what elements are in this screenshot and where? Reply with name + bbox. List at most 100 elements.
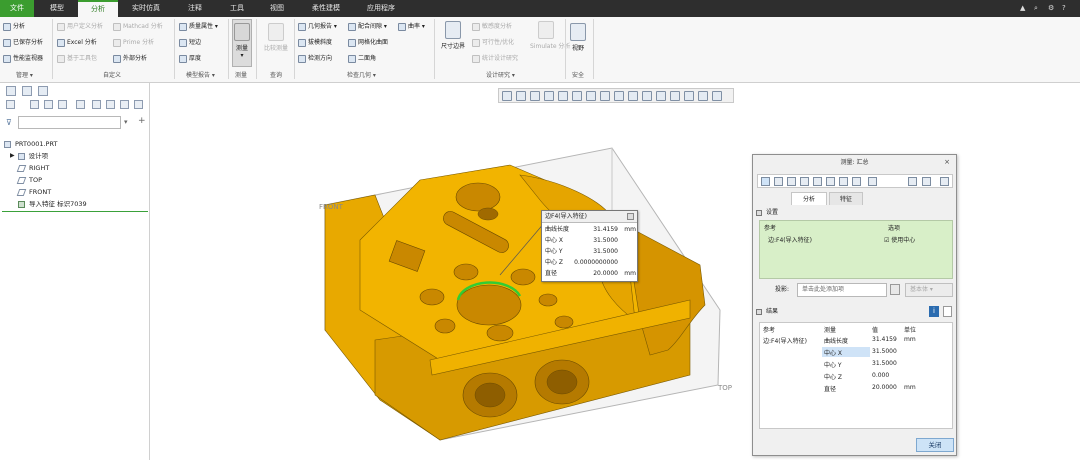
collapse-icon[interactable] (756, 309, 762, 315)
user-defined-analysis-button[interactable]: 用户定义分析 (57, 21, 103, 32)
summary-measure-icon[interactable] (761, 177, 770, 186)
zoom-out-icon[interactable] (530, 91, 540, 101)
point-display-icon[interactable] (656, 91, 666, 101)
tree-filter-icon[interactable] (58, 100, 67, 109)
dihedral-angle-button[interactable]: 二面角 (348, 53, 376, 64)
result-measure[interactable]: 直径 (824, 384, 836, 393)
tree-columns-icon[interactable] (44, 100, 53, 109)
distance-measure-icon[interactable] (787, 177, 796, 186)
mathcad-analysis-button[interactable]: Mathcad 分析 (113, 21, 163, 32)
length-measure-icon[interactable] (774, 177, 783, 186)
add-filter-icon[interactable]: + (138, 116, 146, 126)
projection-collector[interactable]: 单击此处添加项 (797, 283, 887, 297)
tree-expand-icon[interactable] (92, 100, 101, 109)
display-style-icon[interactable] (572, 91, 582, 101)
external-analysis-button[interactable]: 外部分析 (113, 53, 147, 64)
more-measure-icon[interactable] (868, 177, 877, 186)
mating-clearance-button[interactable]: 配合间隙 ▾ (348, 21, 387, 32)
compare-measure-button[interactable]: 比较测量 (262, 23, 290, 52)
minimize-ribbon-icon[interactable]: ▲ (1020, 4, 1025, 12)
close-icon[interactable]: × (944, 158, 950, 166)
tree-item-right[interactable]: RIGHT (4, 162, 87, 174)
tab-flexible-modeling[interactable]: 柔性建模 (305, 0, 347, 17)
playback-icon[interactable] (712, 91, 722, 101)
tab-analysis[interactable]: 分析 (78, 0, 118, 17)
tab-analysis[interactable]: 分析 (791, 192, 827, 205)
ref-value[interactable]: 边:F4(导入特征) (768, 235, 812, 244)
pause-icon[interactable] (698, 91, 708, 101)
simulate-analysis-button[interactable]: Simulate 分析 (530, 21, 570, 50)
measure-tooltip[interactable]: 边F4(导入特征) 曲线长度 31.4159 mm 中心 X 31.5000 中心 Y… (541, 210, 638, 282)
copy-icon[interactable] (943, 306, 952, 317)
mesh-surface-button[interactable]: 网格化曲面 (348, 37, 388, 48)
folder-browser-tab-icon[interactable] (22, 86, 32, 96)
spin-center-icon[interactable] (684, 91, 694, 101)
tab-view[interactable]: 视图 (262, 0, 292, 17)
view-manager-icon[interactable] (600, 91, 610, 101)
performance-monitor-button[interactable]: 性能监视器 (3, 53, 43, 64)
mass-properties-button[interactable]: 质量属性 ▾ (179, 21, 218, 32)
repaint-icon[interactable] (544, 91, 554, 101)
tab-tools[interactable]: 工具 (222, 0, 252, 17)
toolkit-analysis-button[interactable]: 基于工具包 (57, 53, 97, 64)
help-icon[interactable]: ? (1062, 4, 1066, 12)
area-measure-icon[interactable] (826, 177, 835, 186)
close-button[interactable]: 关闭 (916, 438, 954, 452)
annotation-display-icon[interactable] (628, 91, 638, 101)
check-icon[interactable] (908, 177, 917, 186)
tree-collapse-icon[interactable] (106, 100, 115, 109)
statistical-study-button[interactable]: 统计设计研究 (472, 53, 518, 64)
tab-simulation[interactable]: 实时仿真 (125, 0, 167, 17)
excel-analysis-button[interactable]: Excel 分析 (57, 37, 97, 48)
prime-analysis-button[interactable]: Prime 分析 (113, 37, 154, 48)
tab-annotate[interactable]: 注释 (180, 0, 210, 17)
saved-orientation-icon[interactable] (586, 91, 596, 101)
result-measure[interactable]: 中心 Y (824, 360, 842, 369)
sensitivity-analysis-button[interactable]: 敏感度分析 (472, 21, 512, 32)
projection-select-icon[interactable] (890, 284, 900, 295)
tree-item-part[interactable]: PRT0001.PRT (4, 138, 87, 150)
tab-file[interactable]: 文件 (0, 0, 34, 17)
tooltip-menu-icon[interactable] (627, 213, 634, 220)
curvature-button[interactable]: 曲率 ▾ (398, 21, 425, 32)
feasibility-button[interactable]: 可行性/优化 (472, 37, 514, 48)
group-label-manage[interactable]: 管理 ▾ (16, 70, 33, 79)
save-measure-icon[interactable] (922, 177, 931, 186)
saved-analysis-button[interactable]: 已保存分析 (3, 37, 43, 48)
tree-item-front[interactable]: FRONT (4, 186, 87, 198)
datum-display-icon[interactable] (614, 91, 624, 101)
group-label-check-geometry[interactable]: 检查几何 ▾ (347, 70, 376, 79)
tab-feature[interactable]: 特征 (829, 192, 863, 205)
thickness-button[interactable]: 厚度 (179, 53, 201, 64)
options-icon[interactable] (940, 177, 949, 186)
results-section-header[interactable]: 结果 (756, 307, 778, 317)
tree-filter-input[interactable] (18, 116, 121, 129)
group-label-model-report[interactable]: 模型报告 ▾ (186, 70, 215, 79)
tree-more-icon[interactable] (134, 100, 143, 109)
favorites-tab-icon[interactable] (38, 86, 48, 96)
collapse-icon[interactable] (756, 210, 762, 216)
tab-model[interactable]: 模型 (40, 0, 74, 17)
filter-dropdown-icon[interactable]: ▾ (124, 118, 128, 126)
draft-button[interactable]: 拔模斜度 (298, 37, 332, 48)
settings-icon[interactable]: ⚙ (1048, 4, 1054, 12)
angle-measure-icon[interactable] (800, 177, 809, 186)
short-edge-button[interactable]: 短边 (179, 37, 201, 48)
analysis-button[interactable]: 分析 (3, 21, 25, 32)
refit-icon[interactable] (502, 91, 512, 101)
tree-item-design-items[interactable]: ▶ 设计项 (4, 150, 87, 162)
zoom-in-icon[interactable] (516, 91, 526, 101)
info-icon[interactable]: i (929, 306, 939, 317)
projection-basis-select[interactable]: 基本体 ▾ (905, 283, 953, 297)
tab-applications[interactable]: 应用程序 (360, 0, 402, 17)
tree-settings-icon[interactable] (76, 100, 85, 109)
result-measure[interactable]: 中心 X (824, 348, 842, 357)
result-measure[interactable]: 中心 Z (824, 372, 842, 381)
csys-display-icon[interactable] (670, 91, 680, 101)
axis-display-icon[interactable] (642, 91, 652, 101)
measure-button[interactable]: 测量 ▾ (232, 19, 252, 67)
use-center-checkbox[interactable]: ☑ 使用中心 (884, 235, 915, 244)
diameter-measure-icon[interactable] (813, 177, 822, 186)
settings-section-header[interactable]: 设置 (756, 208, 778, 218)
dimension-boundary-button[interactable]: 尺寸边界 (438, 21, 468, 50)
